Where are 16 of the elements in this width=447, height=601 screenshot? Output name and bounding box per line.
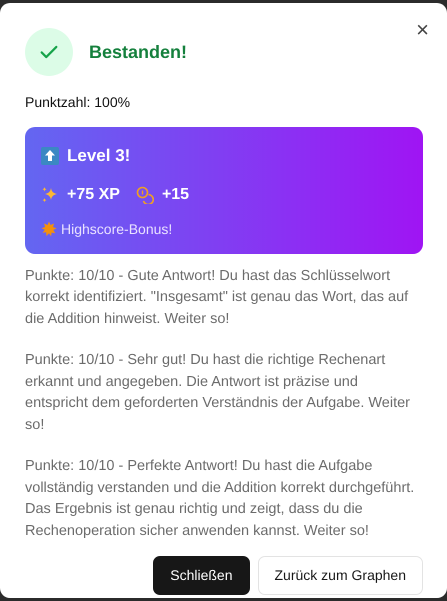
xp-text: +75 XP (67, 184, 120, 204)
close-button[interactable]: × (412, 17, 433, 43)
coins-text: +15 (162, 184, 190, 204)
result-title: Bestanden! (89, 40, 188, 64)
close-dialog-button[interactable]: Schließen (153, 556, 250, 595)
coins-icon (136, 186, 154, 204)
arrow-up-icon (41, 146, 59, 165)
level-text: Level 3! (67, 145, 130, 167)
feedback-paragraph: Punkte: 10/10 - Perfekte Antwort! Du hast die Aufgabe vollständig verstanden und die Addition korrekt durchgeführt. Das Ergebnis ist genau richtig und zeigt, dass du die Rechenoperation sicher anwenden kannst. Weiter so! (25, 457, 416, 540)
feedback-paragraph: Punkte: 10/10 - Gute Antwort! Du hast das Schlüsselwort korrekt identifiziert. "Insgesamt" ist genau das Wort, das auf die Addition hinweist. Weiter so! (25, 266, 410, 328)
back-to-graph-button[interactable]: Zurück zum Graphen (258, 556, 423, 595)
sparkles-icon (41, 186, 59, 204)
bonus-text: Highscore-Bonus! (61, 220, 172, 239)
feedback-paragraph: Punkte: 10/10 - Sehr gut! Du hast die richtige Rechenart erkannt und angegeben. Die Antwort ist präzise und entspricht dem geforderten Verständnis der Aufgabe. Weiter so! (25, 351, 412, 434)
burst-icon (41, 221, 57, 237)
score-text: Punktzahl: 100% (25, 93, 132, 112)
